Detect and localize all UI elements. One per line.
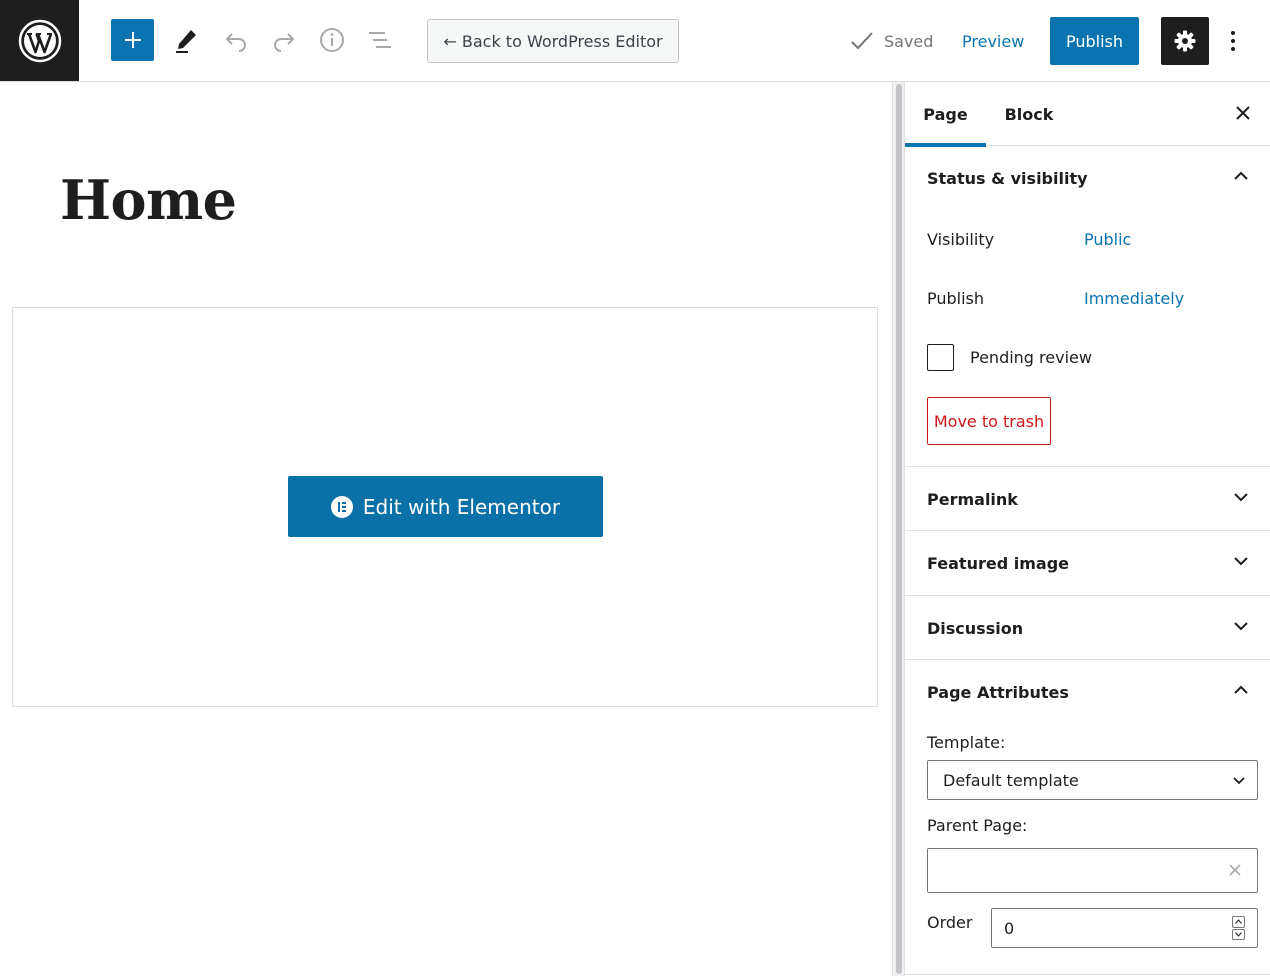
status-visibility-toggle[interactable]: Status & visibility — [905, 146, 1270, 210]
visibility-toggle[interactable]: Public — [1084, 230, 1131, 249]
check-icon — [851, 32, 873, 50]
order-input[interactable]: 0 — [991, 908, 1258, 948]
stepper-down[interactable] — [1232, 928, 1245, 940]
close-icon — [1236, 106, 1250, 120]
publish-label: Publish — [927, 289, 985, 308]
visibility-label: Visibility — [927, 230, 995, 249]
order-label: Order — [927, 913, 973, 932]
move-to-trash-button[interactable]: Move to trash — [927, 397, 1051, 445]
chevron-down-icon — [1233, 777, 1245, 785]
template-select[interactable]: Default template — [927, 760, 1258, 800]
saved-status: Saved — [850, 28, 933, 54]
back-to-wordpress-editor-button[interactable]: ← Back to WordPress Editor — [427, 19, 679, 63]
elementor-placeholder: Edit with Elementor — [12, 307, 878, 707]
pending-review-label[interactable]: Pending review — [970, 348, 1092, 367]
page-title[interactable]: Home — [60, 168, 237, 232]
wordpress-logo-button[interactable] — [0, 0, 79, 81]
undo-button[interactable] — [216, 20, 256, 60]
details-button[interactable] — [312, 20, 352, 60]
wordpress-logo-icon — [18, 19, 61, 62]
chevron-up-icon — [1234, 685, 1248, 694]
editor-scrollbar[interactable] — [892, 82, 904, 976]
chevron-down-icon — [1234, 557, 1248, 566]
settings-sidebar: Page Block Status & visibility Visibilit… — [904, 82, 1270, 976]
order-stepper[interactable] — [1232, 916, 1245, 940]
template-label: Template: — [927, 733, 1006, 752]
add-block-button[interactable] — [111, 19, 154, 61]
list-view-icon — [369, 32, 391, 48]
order-value: 0 — [1004, 918, 1015, 938]
info-icon — [320, 28, 344, 52]
chevron-down-icon — [1234, 622, 1248, 631]
preview-button[interactable]: Preview — [952, 22, 1034, 60]
permalink-toggle[interactable]: Permalink — [905, 467, 1270, 531]
redo-button[interactable] — [264, 20, 304, 60]
stepper-up[interactable] — [1232, 916, 1245, 928]
close-icon — [1229, 864, 1241, 876]
redo-icon — [274, 33, 295, 52]
status-visibility-title: Status & visibility — [927, 168, 1088, 188]
more-vertical-icon — [1231, 31, 1235, 51]
tab-page[interactable]: Page — [905, 82, 986, 147]
edit-with-elementor-label: Edit with Elementor — [362, 494, 561, 519]
list-view-button[interactable] — [360, 20, 400, 60]
discussion-title: Discussion — [927, 618, 1024, 638]
pencil-icon — [176, 30, 196, 53]
template-value: Default template — [943, 770, 1079, 790]
discussion-toggle[interactable]: Discussion — [905, 596, 1270, 660]
settings-button[interactable] — [1161, 17, 1209, 65]
tab-block[interactable]: Block — [986, 82, 1072, 146]
parent-page-label: Parent Page: — [927, 816, 1028, 835]
publish-date-toggle[interactable]: Immediately — [1084, 289, 1184, 308]
elementor-icon — [330, 495, 353, 518]
divider — [905, 974, 1270, 975]
clear-parent-button[interactable] — [1227, 863, 1243, 879]
edit-with-elementor-button[interactable]: Edit with Elementor — [288, 476, 603, 537]
options-menu-button[interactable] — [1222, 22, 1244, 60]
chevron-up-icon — [1234, 171, 1248, 180]
editor-canvas: Home Edit with Elementor — [0, 82, 892, 976]
permalink-title: Permalink — [927, 489, 1018, 509]
page-attributes-title: Page Attributes — [927, 682, 1069, 702]
undo-icon — [225, 33, 246, 52]
parent-page-input[interactable] — [927, 848, 1258, 893]
publish-button[interactable]: Publish — [1050, 17, 1139, 65]
pending-review-checkbox[interactable] — [927, 344, 954, 371]
plus-icon — [124, 32, 141, 48]
edit-tools-button[interactable] — [166, 20, 206, 60]
gear-icon — [1174, 30, 1196, 52]
chevron-down-icon — [1234, 493, 1248, 502]
scrollbar-thumb[interactable] — [896, 84, 902, 974]
page-attributes-toggle[interactable]: Page Attributes — [905, 660, 1270, 724]
close-settings-button[interactable] — [1228, 98, 1258, 128]
featured-image-title: Featured image — [927, 553, 1069, 573]
featured-image-toggle[interactable]: Featured image — [905, 531, 1270, 595]
saved-label: Saved — [884, 31, 934, 51]
editor-header: ← Back to WordPress Editor Saved Preview… — [0, 0, 1270, 82]
sidebar-tabs: Page Block — [905, 82, 1270, 147]
